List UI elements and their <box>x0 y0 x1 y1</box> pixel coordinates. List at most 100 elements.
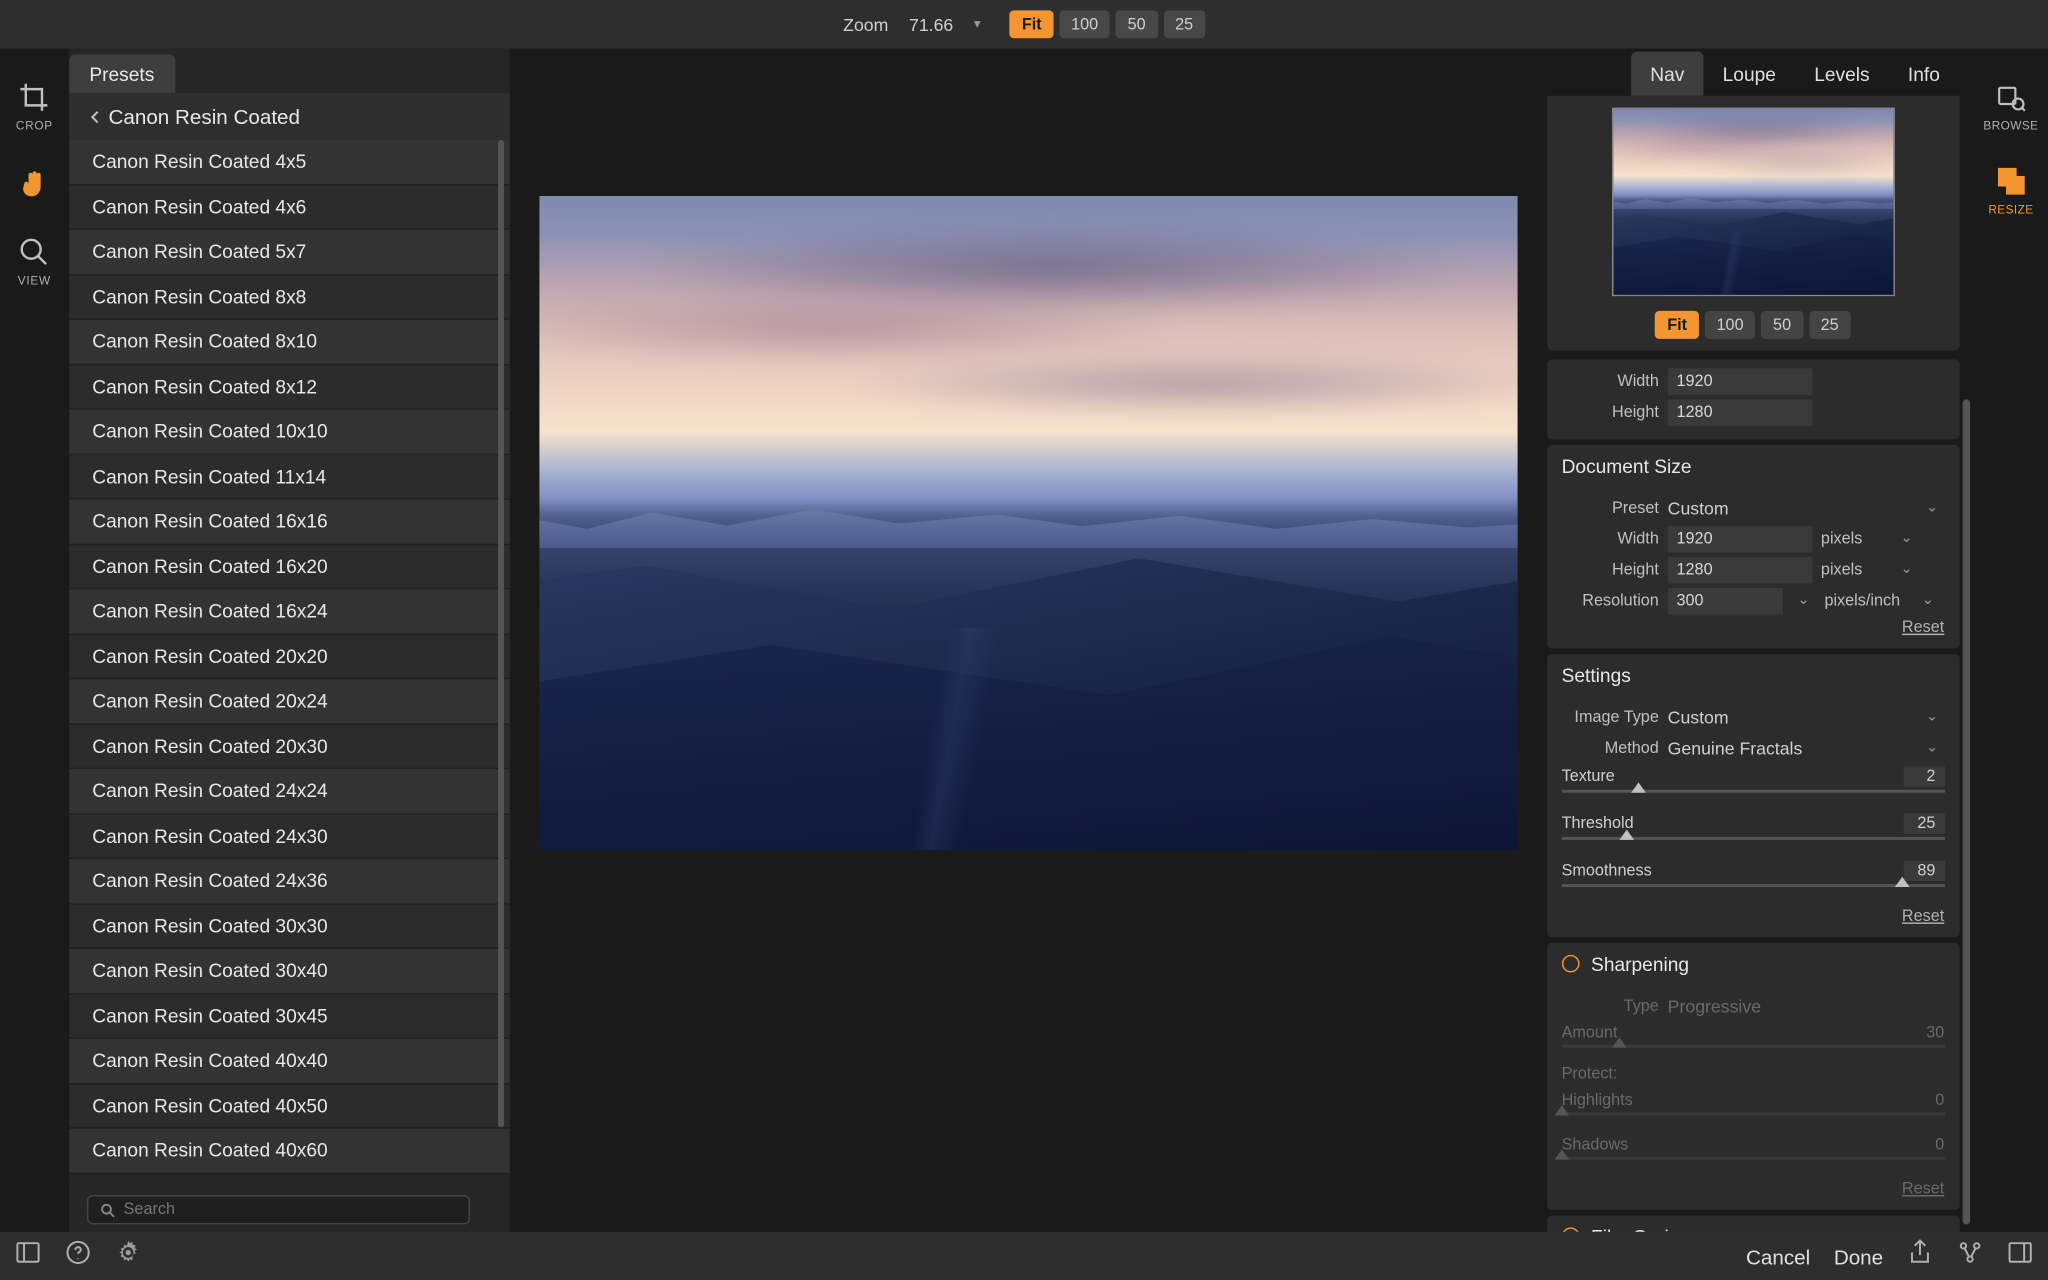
tab-levels[interactable]: Levels <box>1795 52 1889 96</box>
imagetype-value[interactable]: Custom <box>1668 707 1729 728</box>
preset-item[interactable]: Canon Resin Coated 24x30 <box>69 814 510 859</box>
chevron-down-icon[interactable]: ⌄ <box>1920 500 1944 516</box>
zoom-100-button[interactable]: 100 <box>1059 10 1110 38</box>
preset-search[interactable] <box>86 1195 469 1224</box>
panel-right-icon[interactable] <box>2007 1239 2034 1273</box>
settings-reset[interactable]: Reset <box>1562 905 1945 926</box>
sharp-type-label: Type <box>1562 997 1659 1015</box>
height-label: Height <box>1562 403 1659 421</box>
help-icon[interactable] <box>65 1239 92 1273</box>
resolution-unit[interactable]: pixels/inch <box>1824 592 1907 610</box>
tab-nav[interactable]: Nav <box>1631 52 1703 96</box>
chevron-down-icon[interactable]: ▾ <box>974 16 981 32</box>
sharpening-title: Sharpening <box>1591 953 1689 975</box>
preset-item[interactable]: Canon Resin Coated 40x50 <box>69 1084 510 1129</box>
chevron-down-icon[interactable]: ⌄ <box>1895 530 1919 546</box>
preset-item[interactable]: Canon Resin Coated 16x24 <box>69 589 510 634</box>
canvas-area[interactable] <box>510 49 1547 1232</box>
preset-item[interactable]: Canon Resin Coated 40x60 <box>69 1129 510 1174</box>
preset-item[interactable]: Canon Resin Coated 8x8 <box>69 275 510 320</box>
amount-value: 30 <box>1926 1024 1944 1042</box>
chevron-down-icon[interactable]: ⌄ <box>1920 709 1944 725</box>
pan-tool[interactable] <box>18 168 50 200</box>
nav-zoom-25[interactable]: 25 <box>1809 311 1851 339</box>
resize-label: RESIZE <box>1988 203 2033 216</box>
resize-tool[interactable]: RESIZE <box>1988 165 2033 217</box>
cancel-button[interactable]: Cancel <box>1746 1244 1810 1268</box>
nav-preview[interactable] <box>1611 108 1894 297</box>
tab-info[interactable]: Info <box>1889 52 1959 96</box>
doc-height-value[interactable]: 1280 <box>1668 556 1812 583</box>
nav-zoom-100[interactable]: 100 <box>1705 311 1756 339</box>
browse-tool[interactable]: BROWSE <box>1983 81 2038 133</box>
preset-label: Preset <box>1562 499 1659 517</box>
preset-item[interactable]: Canon Resin Coated 24x36 <box>69 859 510 904</box>
zoom-fit-button[interactable]: Fit <box>1010 10 1053 38</box>
texture-label: Texture <box>1562 768 1615 786</box>
highlights-label: Highlights <box>1562 1092 1633 1110</box>
chevron-down-icon[interactable]: ⌄ <box>1920 740 1944 756</box>
zoom-25-button[interactable]: 25 <box>1163 10 1205 38</box>
chevron-down-icon[interactable]: ⌄ <box>1916 592 1940 608</box>
nav-zoom-fit[interactable]: Fit <box>1655 311 1698 339</box>
branch-icon[interactable] <box>1957 1239 1984 1273</box>
bottom-toolbar: Cancel Done <box>0 1232 2048 1280</box>
doc-width-value[interactable]: 1920 <box>1668 525 1812 552</box>
preset-value[interactable]: Custom <box>1668 497 1729 518</box>
share-icon[interactable] <box>1907 1239 1934 1273</box>
settings-section: Settings Image Type Custom⌄ Method Genui… <box>1547 654 1959 937</box>
layout-toggle-icon[interactable] <box>15 1239 42 1273</box>
smoothness-slider[interactable]: Smoothness89 <box>1562 858 1945 905</box>
texture-value[interactable]: 2 <box>1903 766 1944 787</box>
preset-item[interactable]: Canon Resin Coated 10x10 <box>69 410 510 455</box>
sharpening-toggle-icon[interactable] <box>1562 955 1580 973</box>
breadcrumb-label: Canon Resin Coated <box>108 105 300 129</box>
preset-item[interactable]: Canon Resin Coated 20x20 <box>69 634 510 679</box>
doc-height-unit[interactable]: pixels <box>1821 561 1886 579</box>
doc-width-unit[interactable]: pixels <box>1821 530 1886 548</box>
preset-item[interactable]: Canon Resin Coated 16x20 <box>69 544 510 589</box>
preset-item[interactable]: Canon Resin Coated 11x14 <box>69 455 510 500</box>
threshold-slider[interactable]: Threshold25 <box>1562 810 1945 857</box>
preset-item[interactable]: Canon Resin Coated 24x24 <box>69 769 510 814</box>
preset-item[interactable]: Canon Resin Coated 20x30 <box>69 724 510 769</box>
preset-item[interactable]: Canon Resin Coated 8x10 <box>69 320 510 365</box>
preset-item[interactable]: Canon Resin Coated 20x24 <box>69 679 510 724</box>
chevron-down-icon[interactable]: ⌄ <box>1791 592 1815 608</box>
presets-tab[interactable]: Presets <box>69 55 175 93</box>
doc-size-reset[interactable]: Reset <box>1562 616 1945 637</box>
view-tool[interactable]: VIEW <box>18 236 51 288</box>
preset-item[interactable]: Canon Resin Coated 30x40 <box>69 949 510 994</box>
preset-item[interactable]: Canon Resin Coated 8x12 <box>69 365 510 410</box>
preset-item[interactable]: Canon Resin Coated 4x6 <box>69 185 510 230</box>
right-scrollbar[interactable] <box>1963 399 1972 1220</box>
nav-zoom-50[interactable]: 50 <box>1761 311 1803 339</box>
zoom-value[interactable]: 71.66 <box>909 14 953 35</box>
crop-icon <box>18 81 50 113</box>
method-value[interactable]: Genuine Fractals <box>1668 737 1803 758</box>
resolution-label: Resolution <box>1562 592 1659 610</box>
threshold-value[interactable]: 25 <box>1903 813 1944 834</box>
gear-icon[interactable] <box>115 1239 142 1273</box>
preset-item[interactable]: Canon Resin Coated 40x40 <box>69 1039 510 1084</box>
texture-slider[interactable]: Texture 2 <box>1562 763 1945 810</box>
preset-item[interactable]: Canon Resin Coated 5x7 <box>69 230 510 275</box>
right-panel: Nav Loupe Levels Info Fit 100 50 25 <box>1547 49 1974 1232</box>
preset-scrollbar[interactable] <box>498 140 504 1171</box>
preset-item[interactable]: Canon Resin Coated 4x5 <box>69 140 510 185</box>
preset-item[interactable]: Canon Resin Coated 16x16 <box>69 500 510 545</box>
preset-item[interactable]: Canon Resin Coated 30x45 <box>69 994 510 1039</box>
presets-breadcrumb[interactable]: Canon Resin Coated <box>69 93 510 140</box>
resolution-value[interactable]: 300 <box>1668 587 1783 614</box>
crop-tool[interactable]: CROP <box>16 81 53 133</box>
sharpening-section: Sharpening Type Progressive Amount30 Pro… <box>1547 943 1959 1210</box>
preset-item[interactable]: Canon Resin Coated 30x30 <box>69 904 510 949</box>
chevron-down-icon[interactable]: ⌄ <box>1895 561 1919 577</box>
pixel-height-value[interactable]: 1280 <box>1668 399 1812 426</box>
zoom-50-button[interactable]: 50 <box>1116 10 1158 38</box>
search-input[interactable] <box>124 1201 457 1219</box>
pixel-width-value[interactable]: 1920 <box>1668 368 1812 395</box>
done-button[interactable]: Done <box>1834 1244 1883 1268</box>
amount-label: Amount <box>1562 1024 1618 1042</box>
tab-loupe[interactable]: Loupe <box>1703 52 1795 96</box>
